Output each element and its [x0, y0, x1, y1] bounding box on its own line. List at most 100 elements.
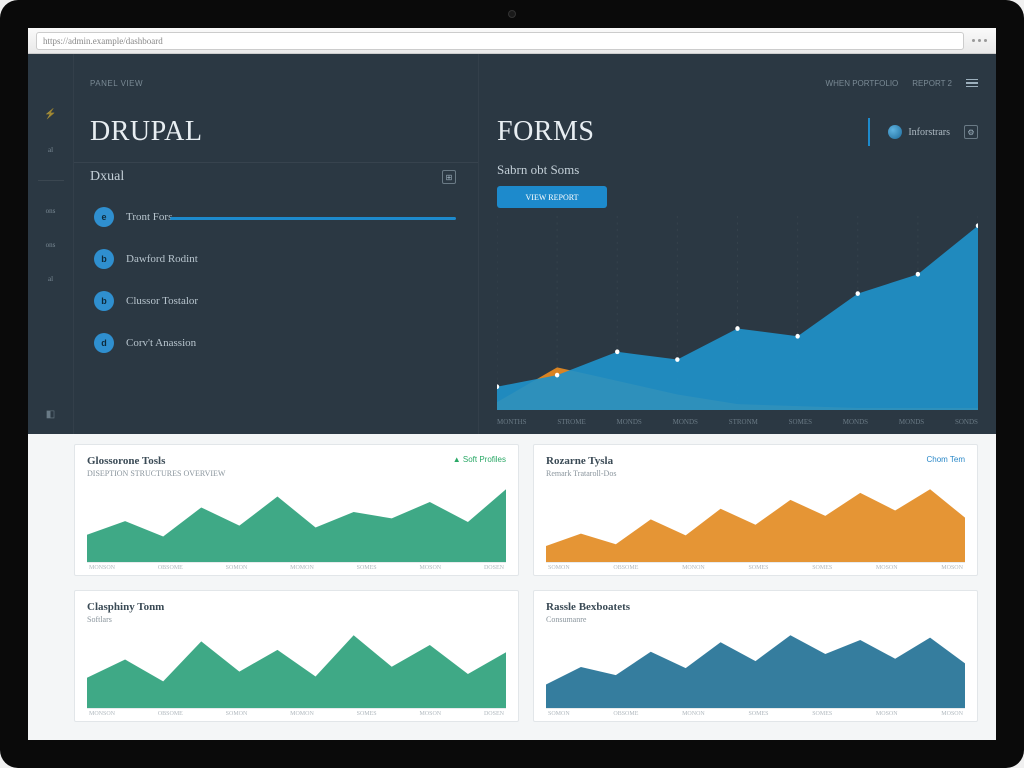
- stat-card-1[interactable]: Rozarne Tysla Remark Trataroll-Dos Chom …: [533, 444, 978, 576]
- card-subtitle: DISEPTION STRUCTURES OVERVIEW: [87, 469, 225, 478]
- stat-card-3[interactable]: Rassle Bexboatets Consumanre SOMONOBSOME…: [533, 590, 978, 722]
- view-report-button[interactable]: VIEW REPORT: [497, 186, 607, 208]
- card-chart: [87, 482, 506, 562]
- rail-bolt-icon[interactable]: ⚡: [45, 108, 57, 120]
- sidebar-item-3[interactable]: d Corv't Anassion: [90, 325, 456, 361]
- side-rail: ⚡ al ons ons al ◧: [28, 54, 74, 434]
- card-chart: [546, 482, 965, 562]
- x-tick: MONSON: [89, 711, 115, 717]
- x-tick: SOMES: [748, 711, 768, 717]
- x-tick: SOMES: [812, 565, 832, 571]
- hamburger-icon[interactable]: [966, 79, 978, 88]
- sidebar-item-2[interactable]: b Clussor Tostalor: [90, 283, 456, 319]
- user-chip[interactable]: Inforstrars: [888, 125, 950, 139]
- x-tick: OBSOME: [613, 565, 638, 571]
- x-tick: MOMON: [290, 711, 314, 717]
- device-camera: [508, 10, 516, 18]
- x-tick: SONDS: [955, 418, 978, 426]
- x-tick: OBSOME: [613, 711, 638, 717]
- x-tick: SOMES: [357, 711, 377, 717]
- x-tick: OBSOME: [158, 565, 183, 571]
- panel-tag: PANEL VIEW: [90, 79, 143, 88]
- card-meta: ▲ Soft Profiles: [453, 455, 506, 464]
- main-chart: [497, 216, 978, 410]
- section-title: FORMS: [497, 116, 594, 148]
- x-tick: MOMON: [290, 565, 314, 571]
- sidebar-item-0[interactable]: e Tront Fors: [90, 199, 456, 235]
- nav-dot-icon: b: [94, 291, 114, 311]
- browser-bar: https://admin.example/dashboard: [28, 28, 996, 54]
- card-subtitle: Consumanre: [546, 615, 630, 624]
- nav-label: Clussor Tostalor: [126, 295, 198, 307]
- nav-list: e Tront Forsb Dawford Rodintb Clussor To…: [74, 193, 478, 361]
- x-tick: SOMON: [226, 711, 248, 717]
- x-tick: SOMES: [748, 565, 768, 571]
- x-tick: MONON: [682, 711, 705, 717]
- view-report-label: VIEW REPORT: [526, 193, 579, 202]
- card-title: Rassle Bexboatets: [546, 601, 630, 613]
- card-x-axis: SOMONOBSOMEMONONSOMESSOMESMOSONMOSON: [546, 562, 965, 571]
- avatar-icon: [888, 125, 902, 139]
- card-x-axis: MONSON OBSOME SOMON MOMON SOMES MOSON DOSEN: [87, 708, 506, 717]
- panel-subtitle: Dxual: [90, 169, 124, 185]
- card-meta: Chom Tem: [926, 455, 965, 464]
- x-tick: STRONM: [729, 418, 758, 426]
- browser-menu-icon[interactable]: [970, 39, 988, 42]
- x-tick: SOMES: [357, 565, 377, 571]
- header-tag-1: REPORT 2: [912, 79, 952, 88]
- card-x-axis: MONSON OBSOME SOMON MOMON SOMES MOSON DOSEN: [87, 562, 506, 571]
- user-name: Inforstrars: [908, 127, 950, 138]
- nav-label: Corv't Anassion: [126, 337, 196, 349]
- x-tick: MONDS: [843, 418, 868, 426]
- rail-item-1[interactable]: ons: [46, 241, 56, 249]
- sidebar-item-1[interactable]: b Dawford Rodint: [90, 241, 456, 277]
- x-tick: MONSON: [89, 565, 115, 571]
- stat-card-0[interactable]: Glossorone Tosls DISEPTION STRUCTURES OV…: [74, 444, 519, 576]
- address-text: https://admin.example/dashboard: [43, 36, 163, 46]
- rail-divider: [38, 180, 64, 181]
- x-tick: MOSON: [419, 565, 441, 571]
- x-tick: SOMON: [226, 565, 248, 571]
- stat-card-2[interactable]: Clasphiny Tonm Softlars MONSON OBSOME SOMO…: [74, 590, 519, 722]
- x-tick: OBSOME: [158, 711, 183, 717]
- address-bar[interactable]: https://admin.example/dashboard: [36, 32, 964, 50]
- x-tick: MOSON: [876, 565, 898, 571]
- rail-footer-icon[interactable]: ◧: [45, 408, 57, 420]
- x-tick: MONON: [682, 565, 705, 571]
- rail-item-0[interactable]: ons: [46, 207, 56, 215]
- left-panel: PANEL VIEW DRUPAL Dxual ⊞ e Tront Fors b …: [74, 54, 478, 434]
- rail-item-2[interactable]: al: [48, 275, 53, 283]
- card-title: Clasphiny Tonm: [87, 601, 164, 613]
- nav-label: Tront Fors: [126, 211, 172, 223]
- x-tick: SOMES: [789, 418, 812, 426]
- settings-icon[interactable]: ⚙: [964, 125, 978, 139]
- nav-dot-icon: b: [94, 249, 114, 269]
- card-chart: [87, 628, 506, 708]
- dashboard-lower: Glossorone Tosls DISEPTION STRUCTURES OV…: [28, 434, 996, 740]
- x-tick: SOMON: [548, 565, 570, 571]
- right-panel-header: WHEN PORTFOLIO REPORT 2: [479, 54, 996, 112]
- x-tick: MOSON: [941, 711, 963, 717]
- x-tick: MONTHS: [497, 418, 527, 426]
- card-title: Rozarne Tysla: [546, 455, 616, 467]
- card-title: Glossorone Tosls: [87, 455, 225, 467]
- nav-dot-icon: e: [94, 207, 114, 227]
- x-tick: MONDS: [899, 418, 924, 426]
- card-x-axis: SOMONOBSOMEMONONSOMESSOMESMOSONMOSON: [546, 708, 965, 717]
- nav-dot-icon: d: [94, 333, 114, 353]
- x-tick: DOSEN: [484, 565, 504, 571]
- x-tick: DOSEN: [484, 711, 504, 717]
- main-chart-x-axis: MONTHSSTROMEMONDSMONDSSTRONMSOMESMONDSMO…: [479, 416, 996, 434]
- app-title: DRUPAL: [90, 116, 202, 148]
- x-tick: MOSON: [876, 711, 898, 717]
- card-chart: [546, 628, 965, 708]
- device-frame: https://admin.example/dashboard ⚡ al ons…: [0, 0, 1024, 768]
- x-tick: MONDS: [617, 418, 642, 426]
- x-tick: MOSON: [419, 711, 441, 717]
- right-panel: WHEN PORTFOLIO REPORT 2 FORMS Inforstrar…: [478, 54, 996, 434]
- x-tick: SOMES: [812, 711, 832, 717]
- card-subtitle: Softlars: [87, 615, 164, 624]
- panel-collapse-icon[interactable]: ⊞: [442, 170, 456, 184]
- rail-brand: al: [48, 146, 53, 154]
- title-divider: [868, 118, 870, 146]
